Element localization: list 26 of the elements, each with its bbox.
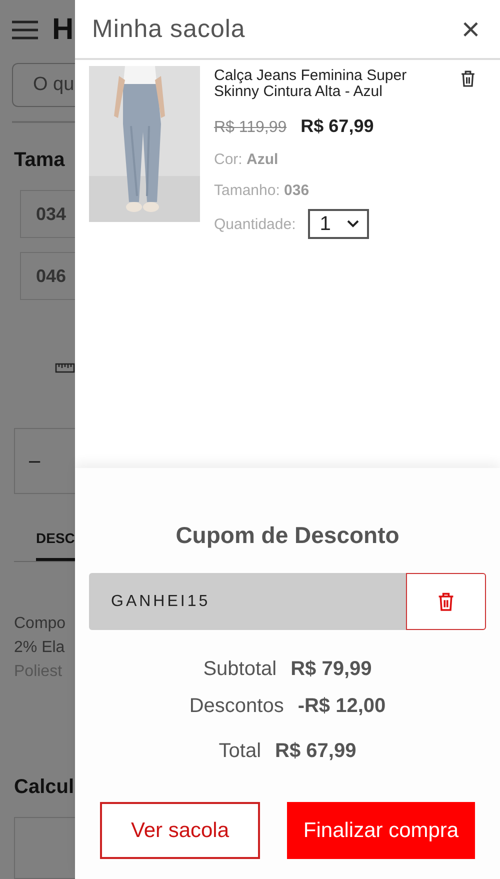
quantity-select[interactable]: 1	[308, 209, 369, 239]
product-attribute: Cor: Azul	[214, 151, 280, 168]
drawer-title: Minha sacola	[92, 14, 246, 44]
ruler-icon	[55, 363, 75, 373]
view-bag-button[interactable]: Ver sacola	[100, 802, 260, 859]
section-heading: Tama	[14, 149, 66, 172]
close-button[interactable]: ×	[461, 13, 480, 45]
summary-line: Descontos -R$ 12,00	[189, 695, 386, 718]
coupon-code-field[interactable]: GANHEI15	[89, 573, 406, 630]
summary-line: Total R$ 67,99	[218, 740, 356, 763]
menu-icon[interactable]	[12, 20, 38, 40]
description-text: 2% Ela	[14, 638, 66, 658]
product-name[interactable]: Calça Jeans Feminina Super Skinny Cintura Alta - Azul	[214, 68, 450, 100]
coupon-heading: Cupom de Desconto	[176, 522, 400, 549]
description-text: Compo	[14, 614, 67, 634]
quantity-label: Quantidade:	[214, 216, 296, 232]
section-heading: Calcul	[14, 776, 75, 799]
delete-icon[interactable]	[460, 70, 476, 88]
price: R$ 67,99	[300, 116, 374, 137]
logo[interactable]: H	[52, 13, 74, 47]
checkout-button[interactable]: Finalizar compra	[287, 802, 475, 859]
product-attribute: Tamanho: 036	[214, 182, 310, 199]
chevron-icon	[346, 220, 359, 228]
summary-line: Subtotal R$ 79,99	[203, 658, 372, 681]
old-price: R$ 119,99	[214, 119, 287, 137]
remove-coupon-button[interactable]	[406, 573, 486, 630]
